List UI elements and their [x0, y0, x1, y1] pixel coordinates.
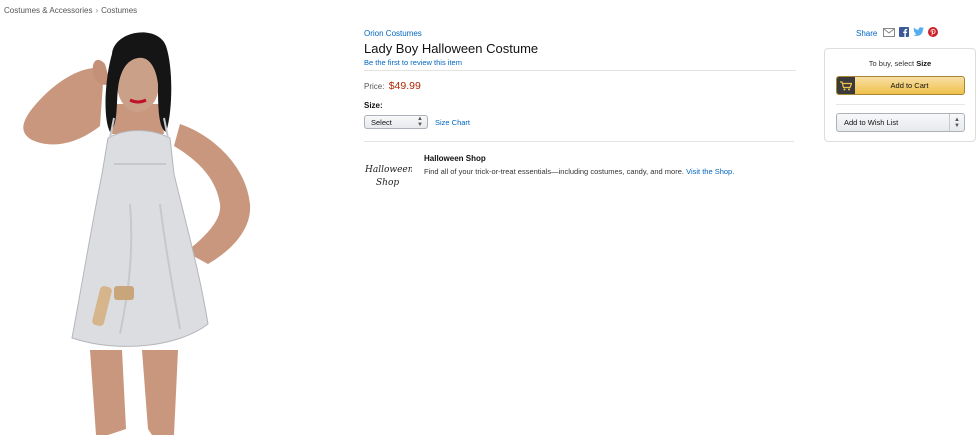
add-to-cart-button[interactable]: Add to Cart	[836, 76, 965, 95]
product-title: Lady Boy Halloween Costume	[364, 41, 539, 56]
promo-description-text: Find all of your trick-or-treat essentia…	[424, 167, 684, 176]
email-icon[interactable]	[883, 27, 896, 39]
brand-link[interactable]: Orion Costumes	[364, 29, 796, 38]
buy-hint-text: To buy, select	[868, 59, 917, 68]
divider	[364, 141, 794, 142]
twitter-icon[interactable]	[913, 27, 925, 39]
wish-list-dropdown-icon[interactable]: ▲ ▼	[949, 114, 964, 131]
size-label: Size:	[364, 101, 383, 110]
breadcrumb: Costumes & Accessories › Costumes	[4, 6, 137, 15]
promo-description: Find all of your trick-or-treat essentia…	[424, 167, 734, 176]
facebook-icon[interactable]	[899, 27, 910, 39]
product-image[interactable]	[10, 24, 260, 435]
size-row: Select ▲ ▼ Size Chart	[364, 115, 796, 129]
halloween-shop-logo-text-2: Shop	[376, 178, 399, 188]
size-chart-link[interactable]: Size Chart	[435, 118, 470, 127]
price-value: $49.99	[388, 80, 421, 92]
add-to-wish-list-label: Add to Wish List	[844, 118, 899, 127]
divider	[364, 70, 796, 71]
halloween-shop-logo[interactable]: Halloween Shop	[364, 159, 412, 191]
breadcrumb-item-costumes[interactable]: Costumes	[101, 6, 137, 15]
halloween-shop-logo-text-1: Halloween	[364, 165, 412, 175]
price-row: Price: $49.99	[364, 80, 796, 92]
cart-icon	[837, 77, 855, 94]
buy-box: To buy, select Size Add to Cart Add to W…	[824, 48, 976, 142]
share-label[interactable]: Share	[856, 29, 877, 38]
share-bar: Share	[856, 27, 942, 39]
breadcrumb-separator: ›	[95, 6, 99, 15]
promo-title: Halloween Shop	[424, 154, 486, 163]
add-to-cart-label: Add to Cart	[890, 81, 929, 90]
add-to-wish-list-button[interactable]: Add to Wish List ▲ ▼	[836, 113, 965, 132]
halloween-shop-promo: Halloween Shop Halloween Shop Find all o…	[364, 154, 796, 191]
breadcrumb-item-costumes-accessories[interactable]: Costumes & Accessories	[4, 6, 92, 15]
product-details: Orion Costumes Lady Boy Halloween Costum…	[364, 29, 796, 191]
buy-hint: To buy, select Size	[825, 59, 975, 68]
select-arrows-icon: ▲ ▼	[417, 116, 423, 128]
buy-hint-size: Size	[916, 59, 932, 68]
promo-text: Halloween Shop Find all of your trick-or…	[424, 154, 734, 191]
size-select-value: Select	[371, 117, 392, 127]
divider	[836, 104, 965, 105]
size-select[interactable]: Select ▲ ▼	[364, 115, 428, 129]
review-link[interactable]: Be the first to review this item	[364, 58, 796, 67]
visit-shop-link[interactable]: Visit the Shop.	[686, 167, 734, 176]
pinterest-icon[interactable]	[928, 27, 939, 39]
price-label: Price:	[364, 82, 385, 91]
